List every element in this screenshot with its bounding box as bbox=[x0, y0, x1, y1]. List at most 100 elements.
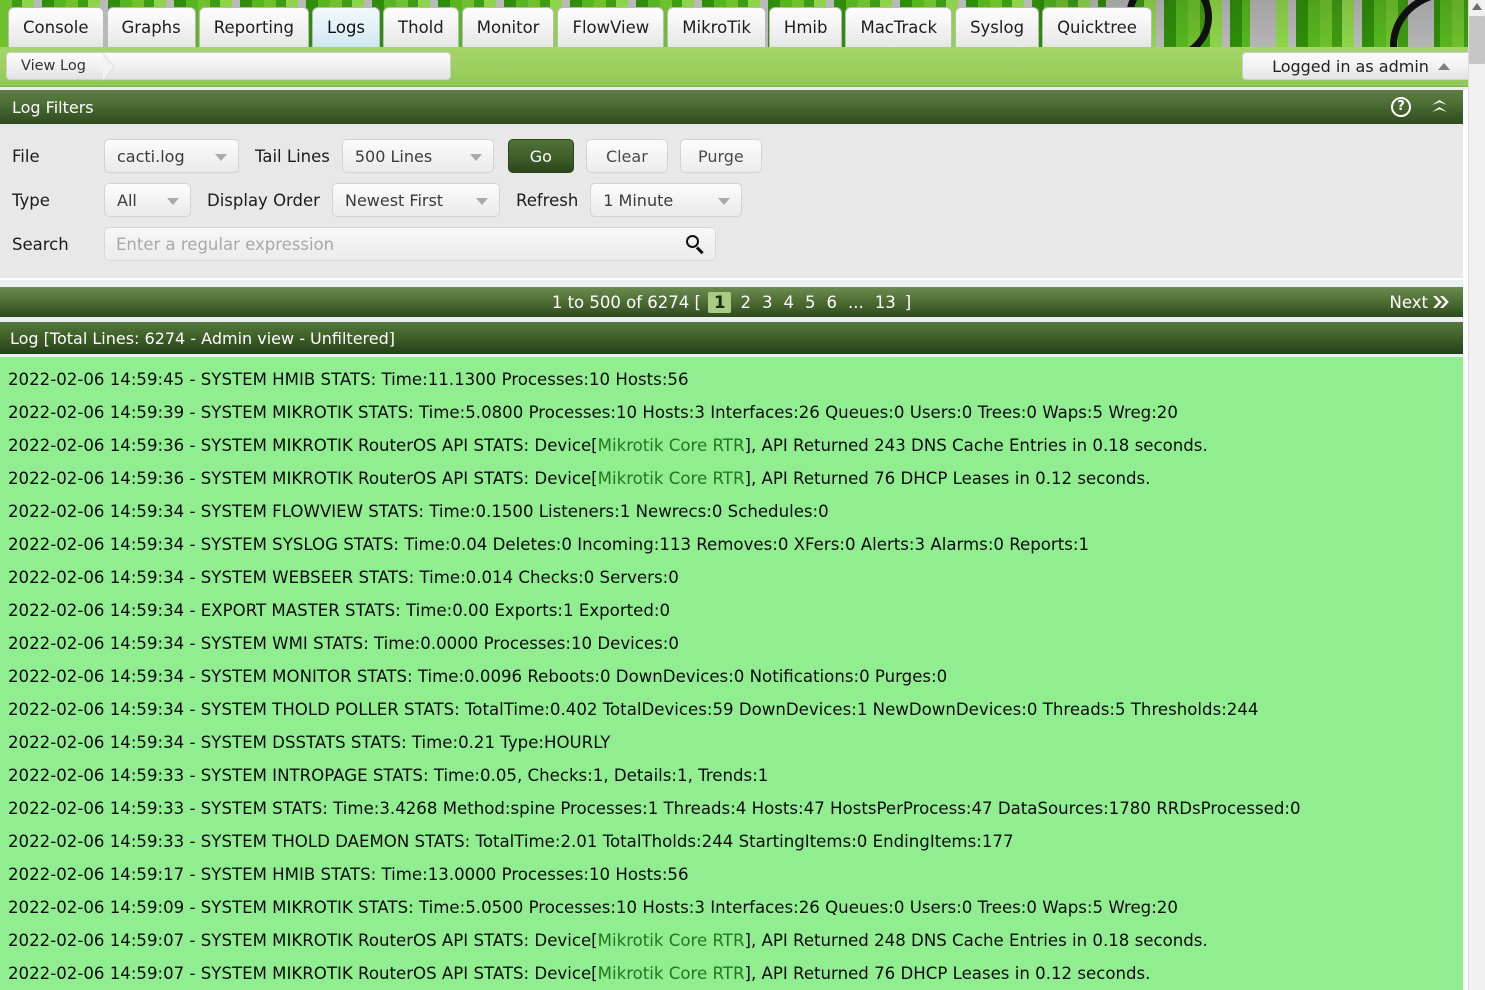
chevron-down-icon bbox=[167, 198, 179, 205]
magnifier-icon[interactable] bbox=[686, 235, 705, 255]
filter-row-search: Search bbox=[0, 222, 1463, 266]
log-line: 2022-02-06 14:59:07 - SYSTEM MIKROTIK Ro… bbox=[8, 931, 1208, 950]
tail-lines-select[interactable]: 500 Lines bbox=[341, 139, 494, 173]
scrollbar-thumb[interactable] bbox=[1469, 16, 1485, 64]
display-order-select-value: Newest First bbox=[344, 190, 444, 210]
log-line: 2022-02-06 14:59:33 - SYSTEM THOLD DAEMO… bbox=[8, 832, 1014, 851]
file-label: File bbox=[12, 146, 40, 166]
next-page-label: Next bbox=[1389, 292, 1428, 312]
next-page-button[interactable]: Next bbox=[1390, 287, 1451, 317]
log-line: 2022-02-06 14:59:34 - EXPORT MASTER STAT… bbox=[8, 601, 671, 620]
pagination-close-bracket: ] bbox=[904, 292, 912, 312]
double-chevron-right-icon bbox=[1433, 295, 1451, 309]
tab-quicktree[interactable]: Quicktree bbox=[1042, 7, 1152, 47]
page-link-1[interactable]: 1 bbox=[707, 291, 732, 313]
breadcrumb-current: View Log bbox=[21, 58, 86, 74]
question-circle-icon[interactable]: ? bbox=[1391, 97, 1411, 117]
filter-row-file: File cacti.log Tail Lines 500 Lines Go C… bbox=[0, 134, 1463, 178]
log-line: 2022-02-06 14:59:33 - SYSTEM INTROPAGE S… bbox=[8, 766, 769, 785]
page-link-5[interactable]: 5 bbox=[803, 293, 818, 312]
log-summary-header: Log [Total Lines: 6274 - Admin view - Un… bbox=[0, 322, 1463, 354]
log-line: 2022-02-06 14:59:34 - SYSTEM FLOWVIEW ST… bbox=[8, 502, 829, 521]
purge-button[interactable]: Purge bbox=[679, 139, 762, 173]
tab-hmib[interactable]: Hmib bbox=[768, 7, 843, 47]
page-scrollbar[interactable] bbox=[1468, 0, 1485, 990]
search-input[interactable] bbox=[105, 229, 715, 259]
login-status-label: Logged in as admin bbox=[1272, 56, 1429, 76]
chevron-down-icon bbox=[215, 154, 227, 161]
scroll-up-arrow-icon[interactable] bbox=[1472, 3, 1482, 10]
tail-lines-select-value: 500 Lines bbox=[354, 146, 433, 166]
log-line: 2022-02-06 14:59:34 - SYSTEM WMI STATS: … bbox=[8, 634, 679, 653]
pagination-bar: 1 to 500 of 6274 [ 1 2 3 4 5 6 ... 13 ] … bbox=[0, 287, 1463, 317]
pagination-summary: 1 to 500 of 6274 [ bbox=[551, 292, 701, 312]
log-output-area[interactable]: 2022-02-06 14:59:45 - SYSTEM HMIB STATS:… bbox=[0, 357, 1463, 990]
log-line: 2022-02-06 14:59:45 - SYSTEM HMIB STATS:… bbox=[8, 370, 689, 389]
tab-graphs[interactable]: Graphs bbox=[106, 7, 196, 47]
log-line: 2022-02-06 14:59:34 - SYSTEM DSSTATS STA… bbox=[8, 733, 611, 752]
cacti-log-page: Console Graphs Reporting Logs Thold Moni… bbox=[0, 0, 1485, 990]
device-link[interactable]: Mikrotik Core RTR bbox=[598, 964, 745, 983]
tab-mactrack[interactable]: MacTrack bbox=[845, 7, 953, 47]
log-line: 2022-02-06 14:59:34 - SYSTEM SYSLOG STAT… bbox=[8, 535, 1090, 554]
refresh-select-value: 1 Minute bbox=[603, 190, 674, 210]
chevron-down-icon bbox=[469, 154, 482, 161]
device-link[interactable]: Mikrotik Core RTR bbox=[598, 469, 745, 488]
filter-row-type: Type All Display Order Newest First Refr… bbox=[0, 178, 1463, 222]
panel-title: Log Filters bbox=[12, 97, 94, 117]
search-label: Search bbox=[12, 234, 69, 254]
log-filters-body: File cacti.log Tail Lines 500 Lines Go C… bbox=[0, 124, 1463, 278]
tab-flowview[interactable]: FlowView bbox=[557, 7, 665, 47]
refresh-select[interactable]: 1 Minute bbox=[590, 183, 743, 217]
double-chevron-up-icon[interactable] bbox=[1429, 97, 1451, 117]
caret-up-icon bbox=[1437, 62, 1450, 70]
log-filters-header: Log Filters ? bbox=[0, 90, 1463, 124]
log-line: 2022-02-06 14:59:17 - SYSTEM HMIB STATS:… bbox=[8, 865, 689, 884]
type-label: Type bbox=[12, 190, 50, 210]
page-link-3[interactable]: 3 bbox=[760, 293, 775, 312]
pagination-controls: 1 to 500 of 6274 [ 1 2 3 4 5 6 ... 13 ] bbox=[0, 287, 1463, 317]
page-link-4[interactable]: 4 bbox=[781, 293, 796, 312]
chevron-down-icon bbox=[718, 198, 731, 205]
log-line: 2022-02-06 14:59:07 - SYSTEM MIKROTIK Ro… bbox=[8, 964, 1151, 983]
refresh-label: Refresh bbox=[515, 190, 579, 210]
breadcrumb[interactable]: View Log bbox=[6, 52, 451, 81]
file-select[interactable]: cacti.log bbox=[104, 139, 239, 173]
log-line: 2022-02-06 14:59:36 - SYSTEM MIKROTIK Ro… bbox=[8, 436, 1208, 455]
breadcrumb-strip: View Log Logged in as admin bbox=[0, 47, 1485, 87]
display-order-label: Display Order bbox=[207, 190, 320, 210]
page-ellipsis: ... bbox=[847, 292, 864, 312]
page-link-2[interactable]: 2 bbox=[738, 293, 753, 312]
log-line: 2022-02-06 14:59:39 - SYSTEM MIKROTIK ST… bbox=[8, 403, 1178, 422]
log-line: 2022-02-06 14:59:36 - SYSTEM MIKROTIK Ro… bbox=[8, 469, 1151, 488]
type-select[interactable]: All bbox=[104, 183, 191, 217]
breadcrumb-separator-icon bbox=[103, 53, 115, 81]
type-select-value: All bbox=[117, 190, 137, 210]
tab-syslog[interactable]: Syslog bbox=[955, 7, 1040, 47]
log-line: 2022-02-06 14:59:34 - SYSTEM MONITOR STA… bbox=[8, 667, 948, 686]
log-line: 2022-02-06 14:59:09 - SYSTEM MIKROTIK ST… bbox=[8, 898, 1178, 917]
tab-monitor[interactable]: Monitor bbox=[461, 7, 555, 47]
device-link[interactable]: Mikrotik Core RTR bbox=[598, 931, 745, 950]
log-line: 2022-02-06 14:59:33 - SYSTEM STATS: Time… bbox=[8, 799, 1301, 818]
display-order-select[interactable]: Newest First bbox=[331, 183, 500, 217]
device-link[interactable]: Mikrotik Core RTR bbox=[598, 436, 745, 455]
main-tab-bar: Console Graphs Reporting Logs Thold Moni… bbox=[0, 0, 1155, 47]
log-filters-panel: Log Filters ? File cacti.log Tail Lines … bbox=[0, 90, 1463, 280]
clear-button[interactable]: Clear bbox=[585, 139, 668, 173]
file-select-value: cacti.log bbox=[117, 146, 185, 166]
tab-reporting[interactable]: Reporting bbox=[198, 7, 309, 47]
tab-console[interactable]: Console bbox=[8, 7, 104, 47]
page-link-6[interactable]: 6 bbox=[824, 293, 839, 312]
user-menu[interactable]: Logged in as admin bbox=[1242, 52, 1480, 80]
chevron-down-icon bbox=[475, 198, 488, 205]
tab-logs[interactable]: Logs bbox=[311, 7, 381, 47]
log-line: 2022-02-06 14:59:34 - SYSTEM WEBSEER STA… bbox=[8, 568, 679, 587]
log-line: 2022-02-06 14:59:34 - SYSTEM THOLD POLLE… bbox=[8, 700, 1259, 719]
tail-lines-label: Tail Lines bbox=[255, 146, 330, 166]
tab-mikrotik[interactable]: MikroTik bbox=[667, 7, 766, 47]
tab-thold[interactable]: Thold bbox=[383, 7, 459, 47]
search-field-wrapper bbox=[104, 227, 716, 261]
go-button[interactable]: Go bbox=[507, 139, 574, 173]
page-link-13[interactable]: 13 bbox=[873, 293, 898, 312]
